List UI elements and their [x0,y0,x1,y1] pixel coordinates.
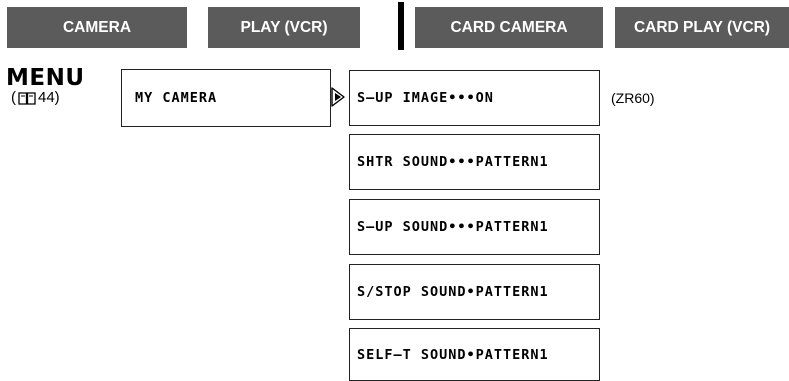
submenu-item-s-up-sound[interactable]: S–UP SOUND•••PATTERN1 [349,199,600,255]
tab-play-vcr-label: PLAY (VCR) [240,18,328,36]
menu-ref-open: ( [11,89,16,106]
submenu-arrow-icon [331,87,345,107]
tab-card-play-vcr-label: CARD PLAY (VCR) [633,18,771,36]
submenu-item-s-up-image[interactable]: S–UP IMAGE•••ON [349,70,600,126]
tab-camera-label: CAMERA [62,18,132,36]
submenu-item-label: SELF–T SOUND•PATTERN1 [357,346,549,363]
submenu-item-shtr-sound[interactable]: SHTR SOUND•••PATTERN1 [349,134,600,190]
menu-item-my-camera[interactable]: MY CAMERA [121,69,331,127]
menu-ref-page: 44) [38,89,60,106]
submenu-item-label: S–UP IMAGE•••ON [357,90,494,106]
tab-play-vcr[interactable]: PLAY (VCR) [208,7,360,48]
book-icon [18,92,36,105]
mode-separator-bar [398,2,404,50]
submenu-item-label: S–UP SOUND•••PATTERN1 [357,219,549,235]
submenu-item-self-t-sound[interactable]: SELF–T SOUND•PATTERN1 [349,328,600,381]
tab-card-camera-label: CARD CAMERA [450,18,568,36]
tab-card-camera[interactable]: CARD CAMERA [415,7,603,48]
menu-page-reference: ( 44) [11,89,60,107]
submenu-item-s-stop-sound[interactable]: S/STOP SOUND•PATTERN1 [349,264,600,320]
model-note: (ZR60) [611,90,655,106]
submenu-item-label: S/STOP SOUND•PATTERN1 [357,284,549,300]
submenu-item-label: SHTR SOUND•••PATTERN1 [357,154,549,170]
menu-title: MENU [6,65,85,91]
menu-item-my-camera-label: MY CAMERA [135,90,218,106]
tab-card-play-vcr[interactable]: CARD PLAY (VCR) [615,7,789,48]
tab-camera[interactable]: CAMERA [7,7,187,48]
